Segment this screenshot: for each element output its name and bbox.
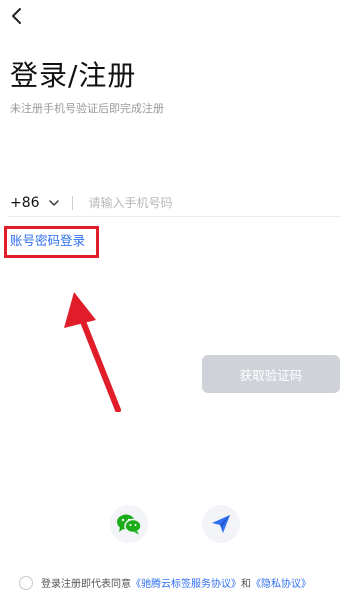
- agreement-prefix: 登录注册即代表同意: [41, 579, 131, 590]
- wechat-login-button[interactable]: [110, 505, 148, 543]
- agree-radio[interactable]: [19, 575, 33, 590]
- agreement-row: 登录注册即代表同意 《驰腾云标签服务协议》 和 《隐私协议》: [19, 575, 311, 590]
- send-login-button[interactable]: [202, 505, 240, 543]
- back-button[interactable]: [8, 6, 28, 26]
- phone-row: +86: [8, 190, 341, 216]
- page-title: 登录/注册: [10, 59, 137, 92]
- privacy-agreement-link[interactable]: 《隐私协议》: [251, 575, 311, 590]
- send-icon: [212, 515, 230, 533]
- service-agreement-link[interactable]: 《驰腾云标签服务协议》: [131, 575, 241, 590]
- back-icon: [12, 8, 21, 24]
- chevron-down-icon[interactable]: [48, 197, 60, 209]
- annotation-arrow: [64, 292, 121, 412]
- divider: [71, 196, 73, 210]
- highlight-box: [4, 226, 99, 258]
- wechat-icon: [117, 514, 142, 535]
- country-code[interactable]: +86: [10, 195, 40, 211]
- phone-underline: [8, 216, 341, 217]
- phone-input[interactable]: [88, 196, 309, 210]
- agreement-and: 和: [241, 579, 251, 590]
- get-code-button[interactable]: 获取验证码: [202, 355, 340, 393]
- page-subtitle: 未注册手机号验证后即完成注册: [10, 102, 164, 115]
